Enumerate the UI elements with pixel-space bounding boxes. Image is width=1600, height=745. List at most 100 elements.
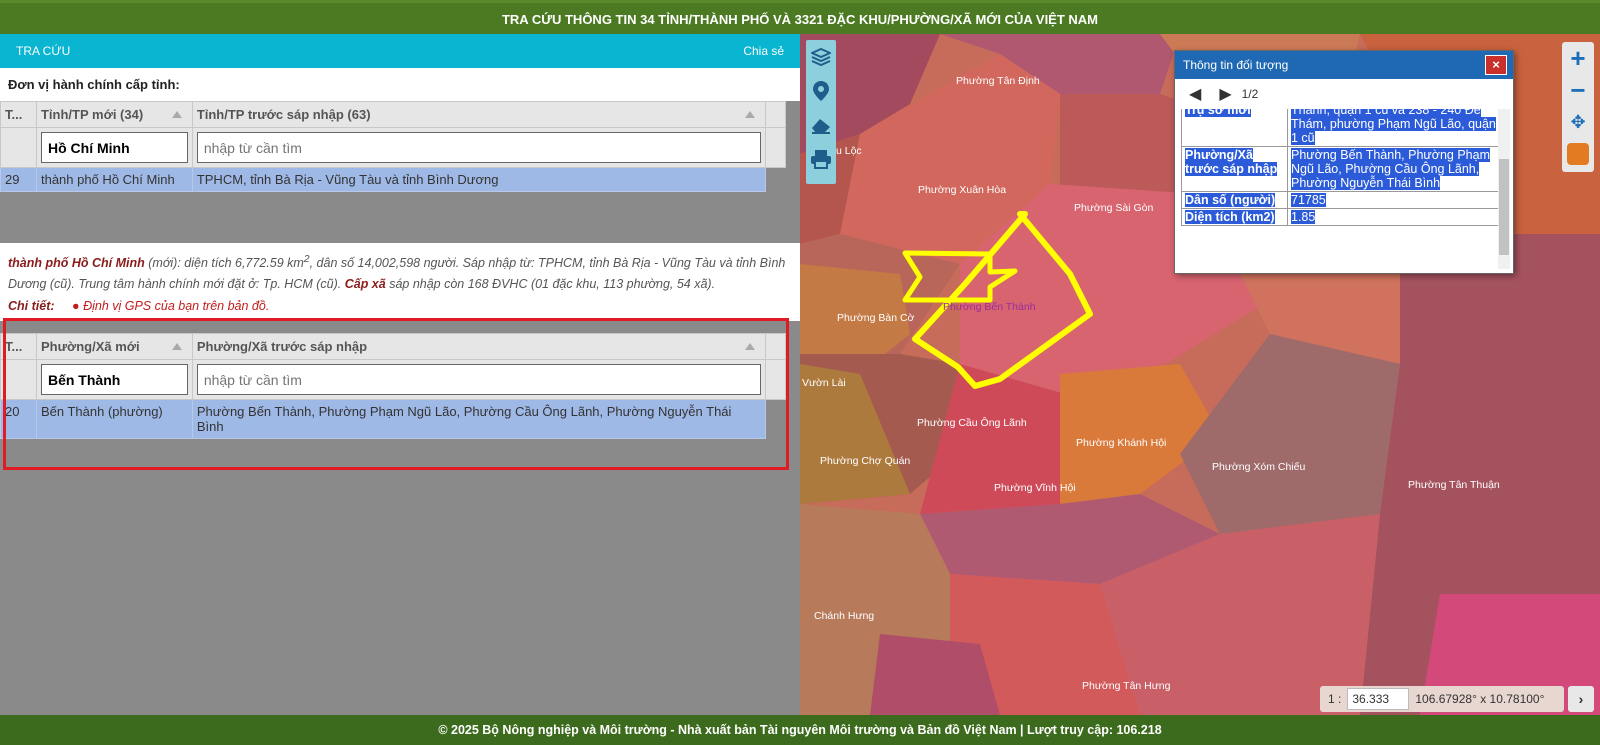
zoom-in-icon: +: [1570, 42, 1586, 73]
popup-key: Dân số (người): [1181, 191, 1288, 209]
popup-row: Trụ sở mới Thành, quận 1 cũ và 238 - 240…: [1181, 109, 1501, 147]
region: [870, 634, 1000, 715]
sort-icon: [745, 111, 755, 118]
col-stt-header[interactable]: T...: [0, 333, 37, 361]
scale-prefix: 1 :: [1328, 692, 1342, 706]
col-new-ward-header[interactable]: Phường/Xã mới: [35, 333, 193, 361]
map-label: Phường Xóm Chiếu: [1212, 461, 1305, 473]
pan-button[interactable]: ✥: [1562, 106, 1594, 138]
scroll-thumb[interactable]: [1499, 159, 1509, 255]
province-info: thành phố Hồ Chí Minh (mới): diện tích 6…: [0, 243, 800, 300]
scroll-corner: [765, 101, 786, 128]
locate-button[interactable]: [806, 74, 836, 108]
app-header: TRA CỨU THÔNG TIN 34 TỈNH/THÀNH PHỐ VÀ 3…: [0, 0, 1600, 34]
province-section-title: Đơn vị hành chính cấp tỉnh:: [0, 68, 800, 101]
info-text-1: (mới): diện tích 6,772.59 km: [144, 256, 304, 271]
map-label: Phường Sài Gòn: [1074, 202, 1153, 214]
info-cap-xa: Cấp xã: [344, 277, 386, 292]
map-label: Chánh Hưng: [814, 610, 874, 622]
layers-icon: [811, 47, 831, 67]
popup-value: 1.85: [1287, 208, 1501, 226]
filter-new-cell: [35, 127, 193, 168]
print-button[interactable]: [806, 142, 836, 176]
filter-stt-cell: [0, 359, 37, 401]
eraser-button[interactable]: [806, 108, 836, 142]
col-old-ward-label: Phường/Xã trước sáp nhập: [196, 339, 368, 355]
popup-value-text: Phường Bến Thành, Phường Phạm Ngũ Lão, P…: [1291, 148, 1490, 190]
popup-key-text: Diện tích (km2): [1185, 210, 1275, 224]
popup-value-text: 1.85: [1291, 210, 1316, 224]
popup-key: Trụ sở mới: [1181, 109, 1288, 147]
zoom-out-icon: −: [1570, 74, 1586, 105]
map-marker-icon: [813, 81, 829, 101]
popup-row: Dân số (người) 71785: [1181, 191, 1501, 209]
row-corner: [765, 167, 786, 192]
row-stt: 20: [0, 399, 37, 440]
filter-corner: [764, 359, 787, 401]
ward-new-filter-input[interactable]: [40, 364, 188, 396]
province-new-filter-input[interactable]: [40, 132, 188, 163]
gps-text: Định vị GPS của bạn trên bản đồ.: [83, 299, 270, 314]
map-label: Phường Xuân Hòa: [918, 184, 1006, 196]
ward-old-filter-input[interactable]: [196, 364, 761, 396]
row-old-ward: Phường Bến Thành, Phường Phạm Ngũ Lão, P…: [191, 399, 766, 440]
popup-row: Diện tích (km2) 1.85: [1181, 208, 1501, 226]
layers-button[interactable]: [806, 40, 836, 74]
province-grid: T... Tỉnh/TP mới (34) Tỉnh/TP trước sáp …: [0, 101, 800, 243]
prev-button[interactable]: ◀: [1189, 84, 1201, 104]
detail-label: Chi tiết:: [8, 299, 55, 314]
detail-line: Chi tiết: ● Định vị GPS của bạn trên bản…: [0, 299, 800, 322]
map-label: Phường Khánh Hội: [1076, 437, 1166, 449]
popup-body: Trụ sở mới Thành, quận 1 cũ và 238 - 240…: [1181, 109, 1501, 267]
zoom-out-button[interactable]: −: [1562, 74, 1594, 106]
filter-stt-cell: [0, 127, 37, 168]
popup-row: Phường/Xã trước sáp nhập Phường Bến Thàn…: [1181, 146, 1501, 192]
filter-old-cell: [191, 127, 767, 168]
app-title: TRA CỨU THÔNG TIN 34 TỈNH/THÀNH PHỐ VÀ 3…: [501, 12, 1099, 27]
gps-link[interactable]: ● Định vị GPS của bạn trên bản đồ.: [72, 299, 269, 313]
table-row[interactable]: 29 thành phố Hồ Chí Minh TPHCM, tỉnh Bà …: [0, 167, 786, 192]
popup-value-text: Thành, quận 1 cũ và 238 - 240 Đề Thám, p…: [1291, 109, 1496, 145]
pan-icon: ✥: [1570, 111, 1586, 132]
scroll-corner: [764, 333, 787, 361]
popup-value-text: 71785: [1291, 193, 1326, 207]
col-old-province-label: Tỉnh/TP trước sáp nhập (63): [196, 107, 371, 122]
sort-icon: [744, 343, 755, 351]
ward-grid: T... Phường/Xã mới Phường/Xã trước sáp n…: [0, 321, 800, 452]
col-new-ward-label: Phường/Xã mới: [40, 339, 140, 355]
print-icon: [811, 150, 831, 169]
scale-box: 1 : 36.333 106.67928° x 10.78100°: [1320, 686, 1564, 712]
popup-scrollbar[interactable]: [1498, 109, 1510, 269]
scale-next-button[interactable]: ›: [1568, 686, 1594, 712]
col-new-province-header[interactable]: Tỉnh/TP mới (34): [35, 101, 193, 128]
popup-header: Thông tin đối tượng ×: [1175, 51, 1513, 79]
info-name: thành phố Hồ Chí Minh: [8, 256, 145, 271]
tra-cuu-tab[interactable]: TRA CỨU: [16, 44, 70, 58]
feature-info-popup: Thông tin đối tượng × ◀ ▶ 1/2 Trụ sở mới…: [1174, 50, 1514, 274]
zoom-in-button[interactable]: +: [1562, 42, 1594, 74]
col-stt-header[interactable]: T...: [0, 101, 37, 128]
row-stt: 29: [0, 167, 37, 192]
col-old-province-header[interactable]: Tỉnh/TP trước sáp nhập (63): [191, 101, 767, 128]
hand-icon: [1567, 143, 1589, 165]
row-corner: [765, 399, 786, 439]
filter-new-cell: [35, 359, 193, 401]
table-row[interactable]: 20 Bến Thành (phường) Phường Bến Thành, …: [0, 399, 786, 440]
popup-value: Phường Bến Thành, Phường Phạm Ngũ Lão, P…: [1287, 146, 1501, 192]
map-label: Phường Bến Thành: [943, 301, 1036, 313]
popup-key: Diện tích (km2): [1181, 208, 1288, 226]
info-text-3: sáp nhập còn 168 ĐVHC (01 đặc khu, 113 p…: [385, 277, 716, 292]
map-label: Vườn Lài: [802, 377, 846, 389]
map-toolbar: [806, 40, 836, 184]
scale-input[interactable]: 36.333: [1347, 688, 1410, 710]
map-marker-icon: ●: [72, 299, 80, 314]
row-new-province: thành phố Hồ Chí Minh: [35, 167, 193, 192]
province-old-filter-input[interactable]: [196, 132, 761, 163]
col-old-ward-header[interactable]: Phường/Xã trước sáp nhập: [191, 333, 766, 361]
next-button[interactable]: ▶: [1219, 84, 1231, 104]
hand-button[interactable]: [1562, 138, 1594, 170]
share-link[interactable]: Chia sẻ: [743, 44, 784, 58]
coords-readout: 106.67928° x 10.78100°: [1415, 692, 1545, 706]
col-new-province-label: Tỉnh/TP mới (34): [40, 107, 144, 122]
close-button[interactable]: ×: [1485, 55, 1507, 75]
